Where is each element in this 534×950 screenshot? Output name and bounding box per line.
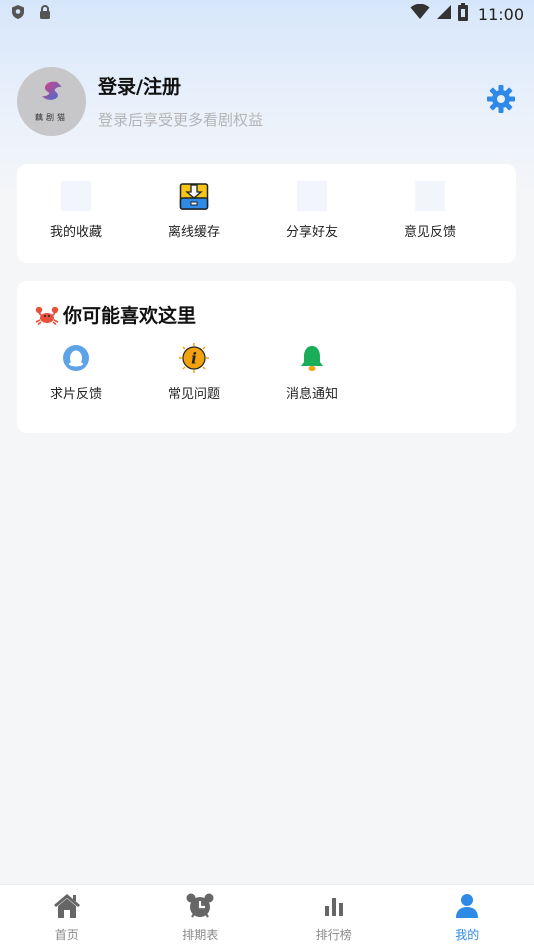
- share-icon: [296, 180, 328, 212]
- notifications-item[interactable]: 消息通知: [253, 342, 371, 402]
- feedback-item[interactable]: 意见反馈: [371, 180, 489, 240]
- request-feedback-label: 求片反馈: [49, 387, 102, 402]
- battery-icon: [457, 3, 468, 25]
- bell-icon: [296, 342, 328, 374]
- alarm-clock-icon: [186, 893, 214, 923]
- svg-text:i: i: [191, 350, 197, 368]
- shield-icon: [10, 4, 26, 24]
- tab-mine-label: 我的: [455, 928, 480, 942]
- feedback-label: 意见反馈: [403, 225, 456, 240]
- tab-mine[interactable]: 我的: [401, 885, 534, 950]
- avatar[interactable]: 藕剧猫: [17, 66, 86, 136]
- notifications-label: 消息通知: [285, 387, 338, 402]
- favorites-item[interactable]: 我的收藏: [17, 180, 135, 240]
- gear-icon: [486, 84, 516, 118]
- profile-header[interactable]: 藕剧猫 登录/注册 登录后享受更多看剧权益: [17, 66, 517, 136]
- tab-ranking-label: 排行榜: [315, 928, 352, 942]
- tab-ranking[interactable]: 排行榜: [267, 885, 401, 950]
- tab-home[interactable]: 首页: [0, 885, 134, 950]
- tab-schedule[interactable]: 排期表: [134, 885, 268, 950]
- feedback-icon: [414, 180, 446, 212]
- download-folder-icon: [178, 180, 210, 212]
- offline-cache-item[interactable]: 离线缓存: [135, 180, 253, 240]
- recommend-title: 你可能喜欢这里: [63, 305, 197, 327]
- avatar-logo-text: 藕剧猫: [35, 112, 68, 122]
- settings-button[interactable]: [485, 85, 517, 117]
- qq-penguin-icon: [60, 342, 92, 374]
- share-friends-item[interactable]: 分享好友: [253, 180, 371, 240]
- tab-schedule-label: 排期表: [182, 928, 219, 942]
- tab-home-label: 首页: [54, 928, 79, 942]
- crab-icon: [35, 305, 59, 325]
- app-logo-icon: [37, 80, 67, 110]
- info-icon: i: [178, 342, 210, 374]
- login-benefit-text: 登录后享受更多看剧权益: [98, 111, 264, 129]
- lock-icon: [38, 4, 52, 24]
- quick-actions-card: 我的收藏 离线缓存 分享好友 意见反馈: [17, 164, 516, 263]
- favorites-icon: [60, 180, 92, 212]
- wifi-icon: [410, 3, 430, 24]
- status-bar: 11:00: [0, 0, 534, 28]
- bottom-tab-bar: 首页 排期表 排行榜 我的: [0, 884, 534, 950]
- share-friends-label: 分享好友: [285, 225, 338, 240]
- signal-icon: [436, 4, 452, 24]
- request-feedback-item[interactable]: 求片反馈: [17, 342, 135, 402]
- faq-item[interactable]: i 常见问题: [135, 342, 253, 402]
- offline-cache-label: 离线缓存: [167, 225, 220, 240]
- home-icon: [53, 893, 81, 923]
- recommend-card: 你可能喜欢这里 求片反馈 i 常见问题 消息通知: [17, 281, 516, 433]
- login-register-link[interactable]: 登录/注册: [98, 72, 485, 99]
- status-time: 11:00: [477, 4, 524, 24]
- favorites-label: 我的收藏: [49, 225, 102, 240]
- bar-chart-icon: [320, 893, 348, 923]
- person-icon: [453, 893, 481, 923]
- faq-label: 常见问题: [167, 387, 220, 402]
